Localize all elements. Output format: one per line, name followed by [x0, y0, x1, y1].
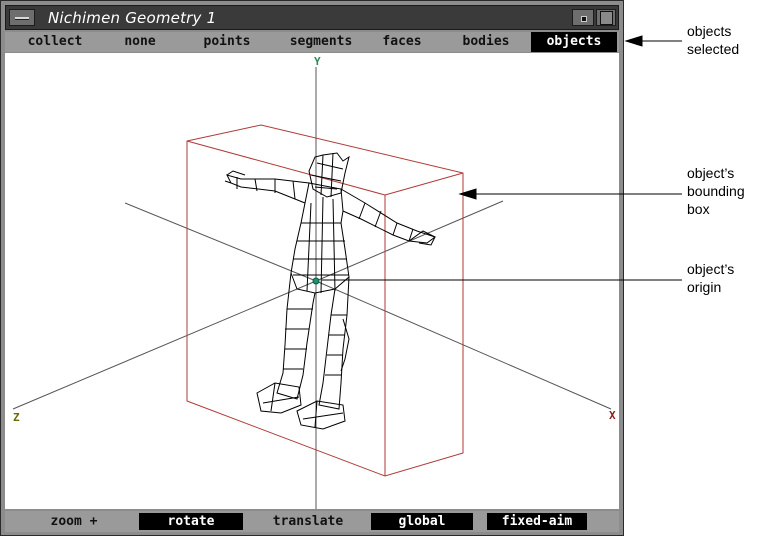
mode-bodies[interactable]: bodies	[447, 32, 525, 52]
mode-objects[interactable]: objects	[531, 32, 617, 52]
title-bar[interactable]: Nichimen Geometry 1	[5, 5, 619, 30]
minimize-button[interactable]	[572, 9, 594, 26]
global-button[interactable]: global	[371, 513, 473, 530]
translate-button[interactable]: translate	[253, 513, 363, 530]
maximize-button[interactable]	[596, 9, 616, 26]
annotation-objects-selected: objects selected	[687, 22, 739, 58]
3d-viewport[interactable]: Y X Z	[5, 53, 619, 509]
annotation-bounding-box: object’s bounding box	[687, 164, 745, 218]
annotation-line: bounding	[687, 183, 745, 199]
maximize-icon	[600, 11, 613, 25]
menu-bar-icon	[15, 17, 29, 20]
fixed-aim-button[interactable]: fixed-aim	[487, 513, 587, 530]
selected-arrow-head	[624, 35, 643, 47]
rotate-button[interactable]: rotate	[139, 513, 243, 530]
y-axis-label: Y	[314, 55, 321, 68]
zoom-in-button[interactable]: zoom +	[33, 513, 115, 530]
scene-svg	[12, 67, 612, 509]
mode-points[interactable]: points	[187, 32, 267, 52]
x-axis-label: X	[609, 409, 616, 422]
annotation-line: object’s	[687, 165, 735, 181]
x-axis-back-line	[124, 202, 317, 282]
annotation-origin: object’s origin	[687, 260, 734, 296]
window-menu-button[interactable]	[9, 9, 35, 26]
annotation-line: object’s	[687, 261, 735, 277]
world-axes	[12, 67, 612, 509]
mode-collect[interactable]: collect	[7, 32, 103, 52]
annotation-line: objects	[687, 23, 732, 39]
origin-marker[interactable]	[312, 277, 320, 285]
minimize-icon	[581, 16, 587, 22]
annotation-line: origin	[687, 279, 722, 295]
z-axis-line	[12, 280, 317, 410]
z-axis-label: Z	[13, 411, 20, 424]
app-window: Nichimen Geometry 1 collect none points …	[0, 0, 624, 536]
mode-none[interactable]: none	[103, 32, 177, 52]
view-mode-bar: zoom + rotate translate global fixed-aim	[5, 511, 619, 532]
annotation-line: box	[687, 201, 710, 217]
window-title: Nichimen Geometry 1	[48, 9, 217, 27]
character-model[interactable]	[224, 152, 437, 430]
selection-mode-bar: collect none points segments faces bodie…	[5, 32, 619, 52]
mode-faces[interactable]: faces	[367, 32, 437, 52]
mode-segments[interactable]: segments	[271, 32, 371, 52]
annotation-line: selected	[687, 41, 740, 57]
